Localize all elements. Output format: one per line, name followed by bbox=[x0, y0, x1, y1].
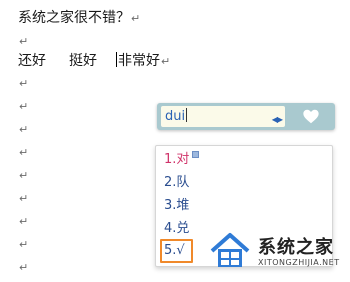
candidate-item-1[interactable]: 1.对 bbox=[164, 151, 200, 169]
answer-word-3-with-cursor: 非常好↵ bbox=[116, 52, 170, 71]
ime-caret bbox=[186, 108, 188, 122]
paragraph-mark: ↵ bbox=[19, 100, 29, 113]
paragraph-mark: ↵ bbox=[19, 261, 29, 274]
expand-badge-icon bbox=[192, 151, 200, 158]
candidate-item-3[interactable]: 3.堆 bbox=[164, 197, 189, 215]
paragraph-mark: ↵ bbox=[19, 192, 29, 205]
watermark-url: XITONGZHIJIA.NET bbox=[258, 258, 340, 267]
paragraph-mark: ↵ bbox=[19, 215, 29, 228]
doc-line-empty[interactable]: ↵ bbox=[18, 120, 28, 138]
watermark-name: 系统之家 bbox=[258, 237, 334, 258]
candidate-item-4[interactable]: 4.兑 bbox=[164, 220, 189, 238]
doc-line-empty[interactable]: ↵ bbox=[18, 143, 28, 161]
paragraph-mark: ↵ bbox=[19, 77, 29, 90]
paragraph-mark: ↵ bbox=[19, 169, 29, 182]
heart-icon[interactable] bbox=[302, 108, 320, 126]
doc-line-answers[interactable]: 还好 挺好 非常好↵ bbox=[18, 52, 348, 70]
candidate-label: 1.对 bbox=[164, 152, 190, 167]
site-watermark: 系统之家 XITONGZHIJIA.NET bbox=[208, 225, 350, 282]
paragraph-mark: ↵ bbox=[161, 55, 171, 68]
doc-line-empty[interactable]: ↵ bbox=[18, 166, 28, 184]
doc-line-empty[interactable]: ↵ bbox=[18, 258, 28, 276]
text-cursor bbox=[116, 52, 117, 67]
ime-composition-bar: dui ◀▶ bbox=[157, 103, 335, 130]
paragraph-mark: ↵ bbox=[19, 146, 29, 159]
doc-line-empty[interactable]: ↵ bbox=[18, 235, 28, 253]
answer-word-1: 还好 bbox=[18, 53, 46, 69]
answer-word-2: 挺好 bbox=[69, 53, 97, 69]
doc-line-empty[interactable]: ↵ bbox=[18, 212, 28, 230]
candidate-item-2[interactable]: 2.队 bbox=[164, 174, 189, 192]
answer-word-3: 非常好 bbox=[118, 53, 160, 69]
paragraph-mark: ↵ bbox=[19, 35, 29, 48]
paragraph-mark: ↵ bbox=[131, 12, 141, 25]
doc-line-empty[interactable]: ↵ bbox=[18, 74, 28, 92]
doc-line-empty[interactable]: ↵ bbox=[18, 189, 28, 207]
paragraph-mark: ↵ bbox=[19, 238, 29, 251]
candidate-item-5[interactable]: 5.√ bbox=[164, 242, 185, 260]
doc-line-question[interactable]: 系统之家很不错？↵ bbox=[18, 9, 140, 27]
ime-composition-text: dui bbox=[165, 109, 186, 124]
paragraph-mark: ↵ bbox=[19, 123, 29, 136]
doc-line-question-text: 系统之家很不错？ bbox=[18, 10, 130, 26]
ime-composition-input[interactable]: dui ◀▶ bbox=[161, 106, 285, 127]
doc-line-empty[interactable]: ↵ bbox=[18, 32, 28, 50]
ime-page-arrows[interactable]: ◀▶ bbox=[272, 109, 283, 130]
site-logo-icon bbox=[210, 233, 250, 267]
doc-line-empty[interactable]: ↵ bbox=[18, 97, 28, 115]
